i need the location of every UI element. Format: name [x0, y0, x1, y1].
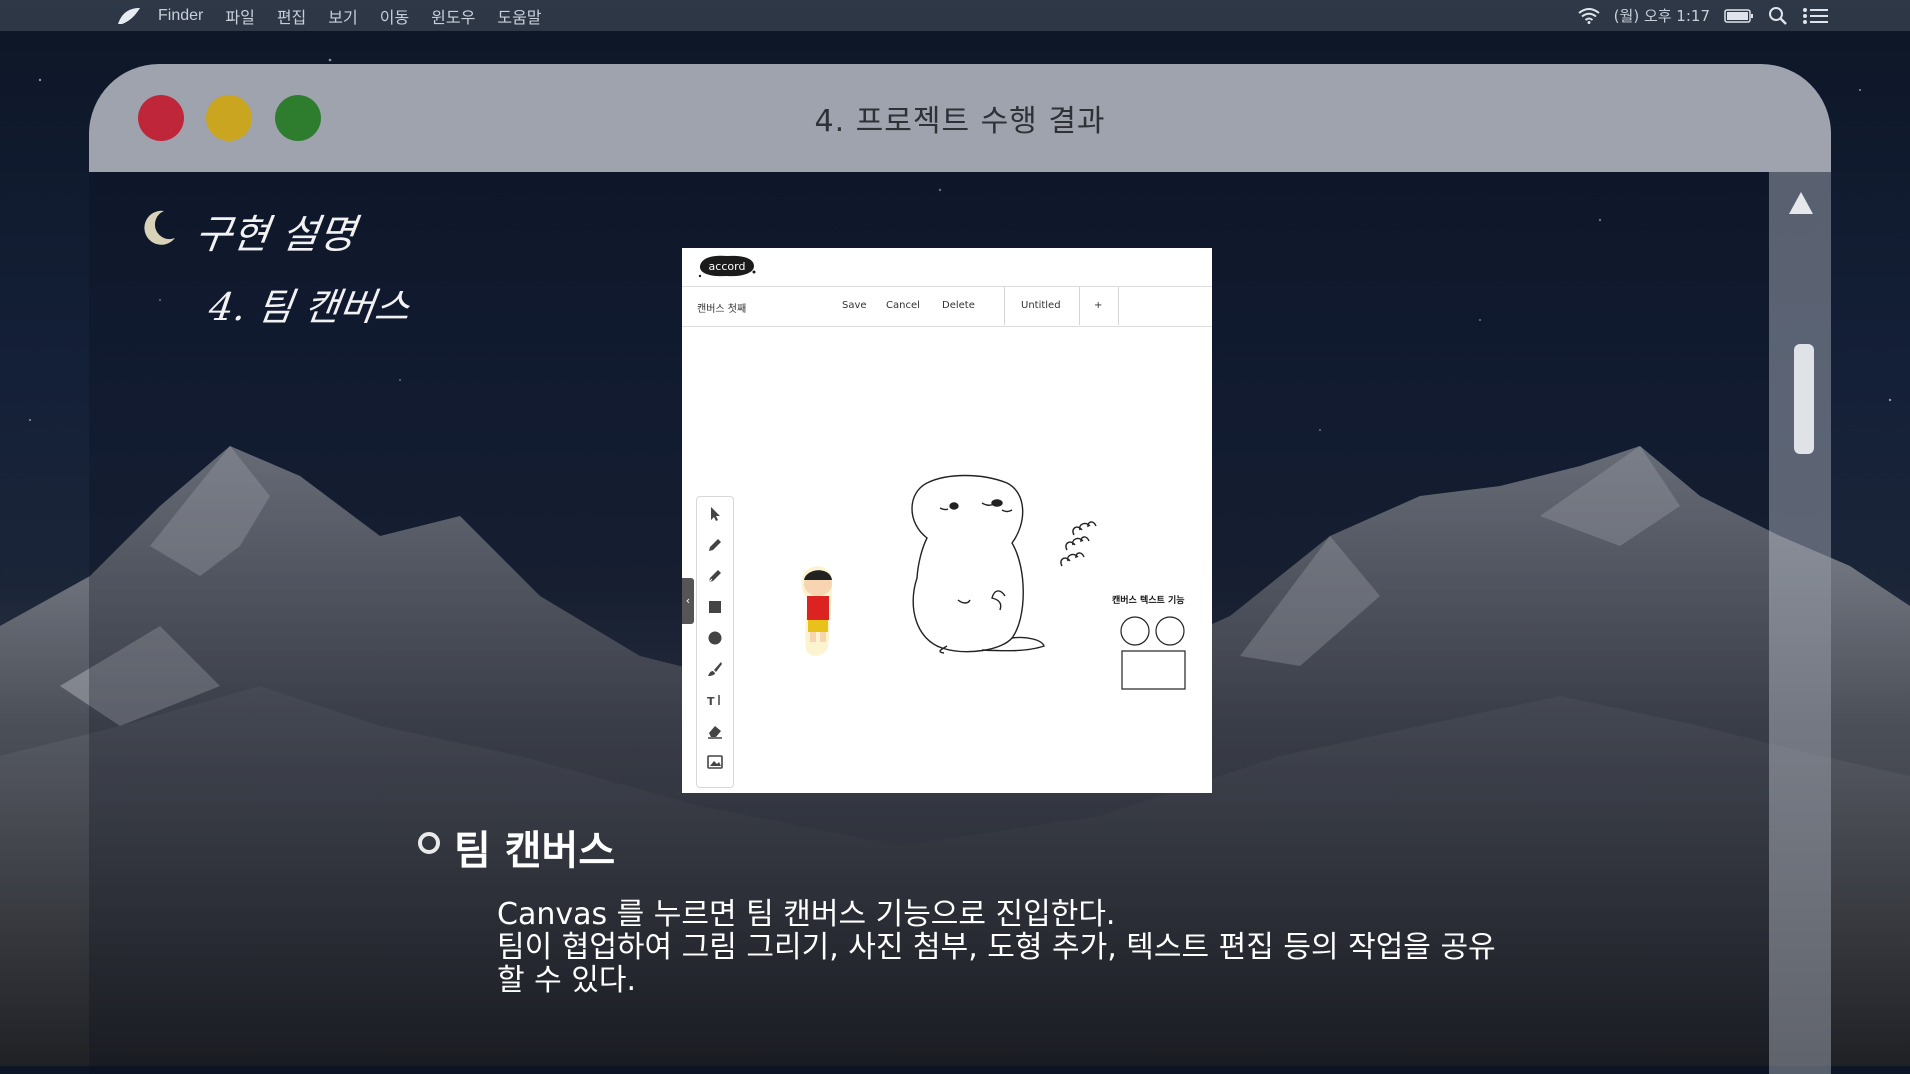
close-button[interactable] — [138, 95, 184, 141]
app-logo-icon[interactable] — [116, 6, 142, 26]
section-heading: 구현 설명 — [192, 212, 359, 258]
minimize-button[interactable] — [206, 95, 252, 141]
feature-description: Canvas 를 누르면 팀 캔버스 기능으로 진입한다. 팀이 협업하여 그림… — [497, 898, 1677, 997]
canvas-drawing-area[interactable] — [682, 248, 1212, 793]
wifi-icon[interactable] — [1578, 7, 1600, 24]
moon-icon — [144, 210, 175, 245]
character-sticker[interactable] — [801, 566, 833, 656]
menu-view[interactable]: 보기 — [328, 4, 357, 28]
window-titlebar: 4. 프로젝트 수행 결과 — [89, 64, 1831, 172]
menubar-status: (월) 오후 1:17 — [1578, 0, 1830, 31]
notification-center-icon[interactable] — [1802, 7, 1830, 25]
canvas-text-label[interactable]: 캔버스 텍스트 기능 — [1112, 593, 1185, 606]
canvas-app-screenshot: accord 캔버스 첫째 Save Cancel Delete Untitle… — [682, 248, 1212, 793]
section-subheading: 4. 팀 캔버스 — [206, 285, 413, 329]
menubar-clock[interactable]: (월) 오후 1:17 — [1614, 5, 1710, 26]
scroll-up-arrow-icon[interactable] — [1789, 192, 1813, 214]
bullet-icon — [418, 832, 440, 854]
menu-go[interactable]: 이동 — [380, 4, 409, 28]
scroll-thumb[interactable] — [1794, 344, 1814, 454]
menu-file[interactable]: 파일 — [225, 4, 254, 28]
spotlight-search-icon[interactable] — [1768, 6, 1788, 26]
feature-title: 팀 캔버스 — [454, 828, 616, 874]
description-line: 할 수 있다. — [497, 963, 637, 998]
canvas-shapes[interactable] — [1120, 616, 1186, 690]
menu-bar: Finder 파일 편집 보기 이동 윈도우 도움말 (월) 오후 1:17 — [0, 0, 1910, 31]
menu-finder[interactable]: Finder — [158, 7, 203, 25]
description-line: Canvas 를 누르면 팀 캔버스 기능으로 진입한다. — [497, 897, 1116, 932]
window-title: 4. 프로젝트 수행 결과 — [814, 104, 1106, 139]
zoom-button[interactable] — [275, 95, 321, 141]
hamster-drawing[interactable] — [911, 474, 1097, 654]
description-line: 팀이 협업하여 그림 그리기, 사진 첨부, 도형 추가, 텍스트 편집 등의 … — [497, 930, 1496, 965]
battery-icon[interactable] — [1724, 8, 1754, 24]
menu-help[interactable]: 도움말 — [497, 4, 541, 28]
menu-edit[interactable]: 편집 — [277, 4, 306, 28]
vertical-scrollbar[interactable] — [1769, 172, 1831, 1074]
menu-window[interactable]: 윈도우 — [431, 4, 475, 28]
